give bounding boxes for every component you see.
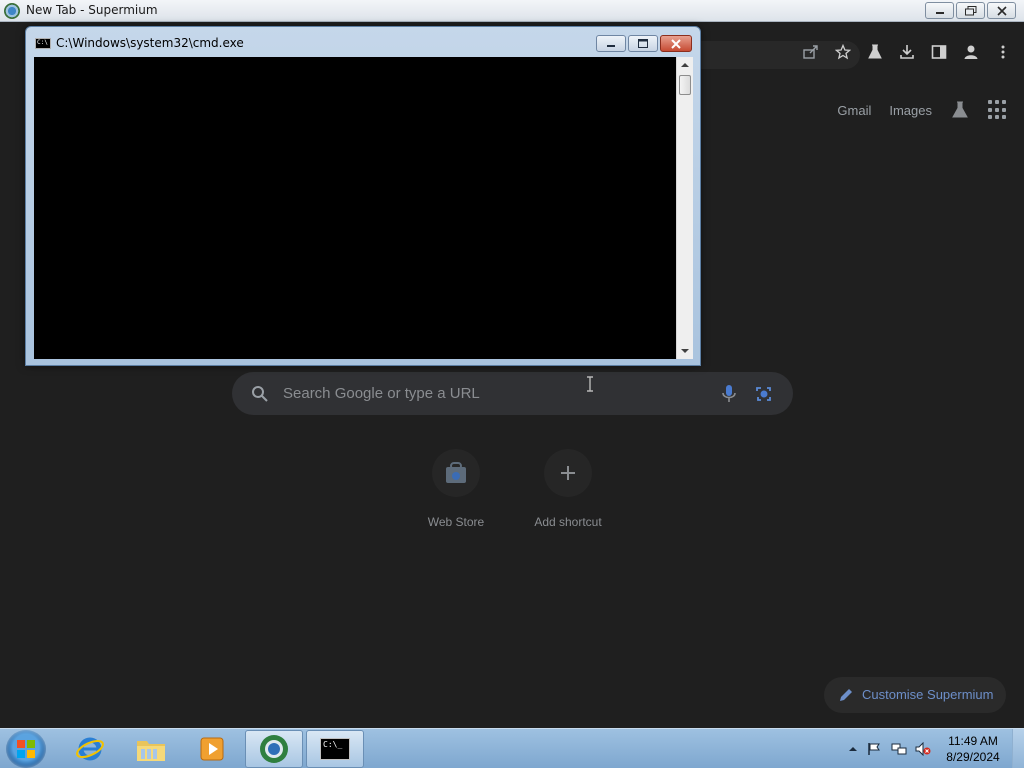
ntp-top-links: Gmail Images [837, 100, 1008, 120]
minimize-button[interactable] [925, 2, 954, 19]
shortcut-label: Web Store [427, 515, 485, 529]
taskbar-internet-explorer[interactable] [61, 730, 119, 768]
volume-muted-icon[interactable] [915, 741, 931, 757]
media-player-icon [200, 737, 224, 761]
cmd-maximize-button[interactable] [628, 35, 658, 52]
maximize-icon [638, 39, 648, 48]
shortcut-web-store[interactable]: Web Store [401, 449, 511, 529]
cmd-window[interactable]: C:\ C:\Windows\system32\cmd.exe [25, 26, 701, 366]
close-button[interactable] [987, 2, 1016, 19]
shortcut-label: Add shortcut [534, 515, 602, 529]
menu-kebab-icon[interactable] [994, 43, 1012, 61]
show-desktop-button[interactable] [1012, 729, 1024, 768]
show-hidden-icons-icon[interactable] [845, 741, 861, 757]
download-icon[interactable] [898, 43, 916, 61]
google-apps-icon[interactable] [988, 100, 1008, 120]
search-icon [252, 386, 268, 402]
browser-titlebar[interactable]: New Tab - Supermium [0, 0, 1024, 22]
clock-time: 11:49 AM [948, 734, 998, 748]
scrollbar-thumb[interactable] [679, 75, 691, 95]
customise-button[interactable]: Customise Supermium [824, 677, 1006, 713]
shortcut-tile [544, 449, 592, 497]
text-cursor-icon [587, 376, 593, 392]
start-button[interactable] [6, 730, 46, 768]
clock-date: 8/29/2024 [946, 750, 1000, 764]
window-controls [925, 2, 1016, 19]
windows-logo-icon [17, 740, 35, 758]
cmd-window-title: C:\Windows\system32\cmd.exe [56, 36, 244, 50]
customise-label: Customise Supermium [862, 687, 994, 702]
cmd-console-area[interactable] [34, 57, 676, 359]
side-panel-icon[interactable] [930, 43, 948, 61]
taskbar-cmd[interactable]: C:\_ [306, 730, 364, 768]
cmd-vertical-scrollbar[interactable] [676, 57, 693, 359]
close-icon [671, 38, 681, 49]
supermium-logo-icon [4, 3, 20, 19]
window-title: New Tab - Supermium [26, 3, 158, 17]
folder-icon [137, 741, 165, 761]
labs-flask-icon[interactable] [866, 43, 884, 61]
cmd-titlebar[interactable]: C:\ C:\Windows\system32\cmd.exe [26, 27, 700, 57]
scroll-down-arrow-icon[interactable] [677, 343, 693, 359]
shortcut-add[interactable]: Add shortcut [513, 449, 623, 529]
taskbar-supermium[interactable] [245, 730, 303, 768]
minimize-icon [935, 11, 944, 14]
ntp-search-box[interactable]: Search Google or type a URL [232, 372, 793, 415]
restore-icon [964, 5, 976, 15]
toolbar-icons [802, 43, 1012, 61]
cmd-taskbar-icon: C:\_ [320, 738, 350, 760]
desktop-screen: New Tab - Supermium Gmail Images Search … [0, 0, 1024, 768]
taskbar-media-player[interactable] [183, 730, 241, 768]
lens-search-icon[interactable] [755, 385, 773, 403]
images-link[interactable]: Images [889, 103, 932, 118]
search-input[interactable]: Search Google or type a URL [283, 385, 480, 402]
cmd-close-button[interactable] [660, 35, 692, 52]
web-store-icon [446, 462, 466, 483]
action-center-flag-icon[interactable] [866, 741, 882, 757]
network-icon[interactable] [891, 741, 907, 757]
close-icon [996, 5, 1007, 16]
supermium-icon [260, 735, 288, 763]
internet-explorer-icon [76, 737, 104, 761]
cmd-window-controls [596, 35, 692, 52]
gmail-link[interactable]: Gmail [837, 103, 871, 118]
plus-icon [561, 466, 575, 480]
restore-button[interactable] [956, 2, 985, 19]
profile-icon[interactable] [962, 43, 980, 61]
voice-search-icon[interactable] [721, 384, 737, 404]
pencil-icon [840, 689, 852, 701]
taskbar-windows-explorer[interactable] [122, 730, 180, 768]
system-clock[interactable]: 11:49 AM 8/29/2024 [944, 733, 1002, 765]
share-icon[interactable] [802, 43, 820, 61]
minimize-icon [607, 44, 615, 47]
scroll-up-arrow-icon[interactable] [677, 57, 693, 73]
labs-icon[interactable] [950, 100, 970, 120]
cmd-app-icon: C:\ [35, 38, 51, 49]
cmd-minimize-button[interactable] [596, 35, 626, 52]
shortcut-tile [432, 449, 480, 497]
bookmark-star-icon[interactable] [834, 43, 852, 61]
windows-taskbar: C:\_ 11:49 AM 8/29/2024 [0, 728, 1024, 768]
